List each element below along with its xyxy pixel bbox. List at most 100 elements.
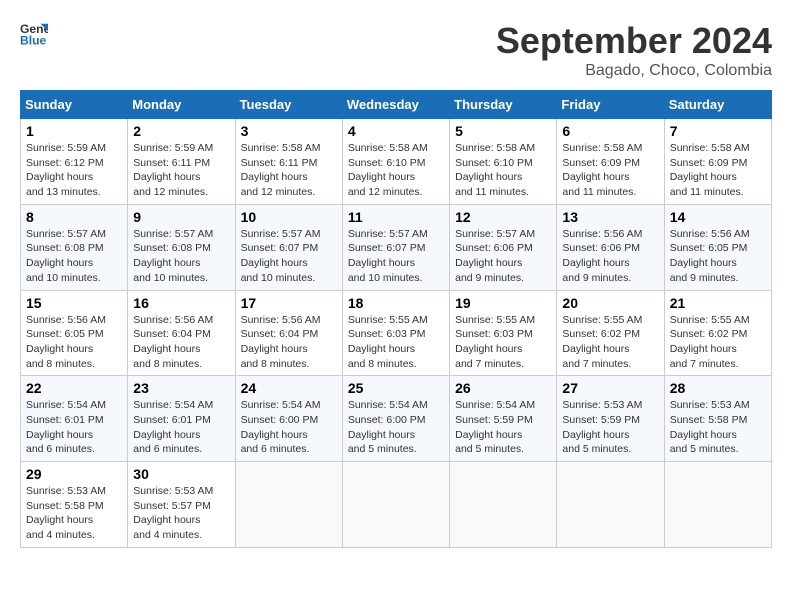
table-row: 21 Sunrise: 5:55 AM Sunset: 6:02 PM Dayl…: [664, 290, 771, 376]
day-info: Sunrise: 5:56 AM Sunset: 6:06 PM Dayligh…: [562, 227, 658, 286]
day-info: Sunrise: 5:56 AM Sunset: 6:05 PM Dayligh…: [26, 313, 122, 372]
day-info: Sunrise: 5:56 AM Sunset: 6:04 PM Dayligh…: [133, 313, 229, 372]
table-row: 30 Sunrise: 5:53 AM Sunset: 5:57 PM Dayl…: [128, 462, 235, 548]
day-info: Sunrise: 5:58 AM Sunset: 6:10 PM Dayligh…: [455, 141, 551, 200]
svg-text:Blue: Blue: [20, 33, 47, 47]
table-row: 3 Sunrise: 5:58 AM Sunset: 6:11 PM Dayli…: [235, 119, 342, 205]
day-number: 7: [670, 123, 766, 139]
logo-icon: General Blue: [20, 20, 48, 48]
day-info: Sunrise: 5:57 AM Sunset: 6:08 PM Dayligh…: [26, 227, 122, 286]
day-number: 19: [455, 295, 551, 311]
table-row: 7 Sunrise: 5:58 AM Sunset: 6:09 PM Dayli…: [664, 119, 771, 205]
table-row: 24 Sunrise: 5:54 AM Sunset: 6:00 PM Dayl…: [235, 376, 342, 462]
col-monday: Monday: [128, 91, 235, 119]
table-row: 16 Sunrise: 5:56 AM Sunset: 6:04 PM Dayl…: [128, 290, 235, 376]
day-info: Sunrise: 5:59 AM Sunset: 6:12 PM Dayligh…: [26, 141, 122, 200]
day-number: 27: [562, 380, 658, 396]
day-info: Sunrise: 5:55 AM Sunset: 6:02 PM Dayligh…: [670, 313, 766, 372]
table-row: 26 Sunrise: 5:54 AM Sunset: 5:59 PM Dayl…: [450, 376, 557, 462]
col-friday: Friday: [557, 91, 664, 119]
table-row: 23 Sunrise: 5:54 AM Sunset: 6:01 PM Dayl…: [128, 376, 235, 462]
day-number: 14: [670, 209, 766, 225]
col-tuesday: Tuesday: [235, 91, 342, 119]
day-info: Sunrise: 5:58 AM Sunset: 6:09 PM Dayligh…: [670, 141, 766, 200]
day-number: 16: [133, 295, 229, 311]
day-info: Sunrise: 5:54 AM Sunset: 6:01 PM Dayligh…: [26, 398, 122, 457]
table-row: 27 Sunrise: 5:53 AM Sunset: 5:59 PM Dayl…: [557, 376, 664, 462]
day-number: 24: [241, 380, 337, 396]
day-info: Sunrise: 5:53 AM Sunset: 5:58 PM Dayligh…: [670, 398, 766, 457]
day-number: 30: [133, 466, 229, 482]
day-info: Sunrise: 5:58 AM Sunset: 6:09 PM Dayligh…: [562, 141, 658, 200]
table-row: 10 Sunrise: 5:57 AM Sunset: 6:07 PM Dayl…: [235, 204, 342, 290]
page-header: General Blue September 2024 Bagado, Choc…: [20, 20, 772, 80]
calendar-row: 15 Sunrise: 5:56 AM Sunset: 6:05 PM Dayl…: [21, 290, 772, 376]
day-info: Sunrise: 5:56 AM Sunset: 6:05 PM Dayligh…: [670, 227, 766, 286]
day-info: Sunrise: 5:54 AM Sunset: 6:00 PM Dayligh…: [348, 398, 444, 457]
day-info: Sunrise: 5:55 AM Sunset: 6:03 PM Dayligh…: [348, 313, 444, 372]
col-sunday: Sunday: [21, 91, 128, 119]
day-info: Sunrise: 5:54 AM Sunset: 5:59 PM Dayligh…: [455, 398, 551, 457]
table-row: [342, 462, 449, 548]
day-number: 25: [348, 380, 444, 396]
day-number: 3: [241, 123, 337, 139]
day-number: 2: [133, 123, 229, 139]
calendar-table: Sunday Monday Tuesday Wednesday Thursday…: [20, 90, 772, 548]
day-info: Sunrise: 5:53 AM Sunset: 5:58 PM Dayligh…: [26, 484, 122, 543]
col-thursday: Thursday: [450, 91, 557, 119]
table-row: 28 Sunrise: 5:53 AM Sunset: 5:58 PM Dayl…: [664, 376, 771, 462]
table-row: 12 Sunrise: 5:57 AM Sunset: 6:06 PM Dayl…: [450, 204, 557, 290]
col-wednesday: Wednesday: [342, 91, 449, 119]
table-row: 22 Sunrise: 5:54 AM Sunset: 6:01 PM Dayl…: [21, 376, 128, 462]
col-saturday: Saturday: [664, 91, 771, 119]
day-info: Sunrise: 5:59 AM Sunset: 6:11 PM Dayligh…: [133, 141, 229, 200]
day-number: 23: [133, 380, 229, 396]
day-number: 15: [26, 295, 122, 311]
calendar-row: 1 Sunrise: 5:59 AM Sunset: 6:12 PM Dayli…: [21, 119, 772, 205]
day-number: 22: [26, 380, 122, 396]
table-row: 15 Sunrise: 5:56 AM Sunset: 6:05 PM Dayl…: [21, 290, 128, 376]
day-number: 9: [133, 209, 229, 225]
day-info: Sunrise: 5:53 AM Sunset: 5:59 PM Dayligh…: [562, 398, 658, 457]
table-row: 2 Sunrise: 5:59 AM Sunset: 6:11 PM Dayli…: [128, 119, 235, 205]
day-info: Sunrise: 5:57 AM Sunset: 6:07 PM Dayligh…: [241, 227, 337, 286]
day-info: Sunrise: 5:55 AM Sunset: 6:03 PM Dayligh…: [455, 313, 551, 372]
day-info: Sunrise: 5:57 AM Sunset: 6:06 PM Dayligh…: [455, 227, 551, 286]
table-row: 20 Sunrise: 5:55 AM Sunset: 6:02 PM Dayl…: [557, 290, 664, 376]
location-subtitle: Bagado, Choco, Colombia: [496, 62, 772, 80]
header-row: Sunday Monday Tuesday Wednesday Thursday…: [21, 91, 772, 119]
day-number: 17: [241, 295, 337, 311]
table-row: 19 Sunrise: 5:55 AM Sunset: 6:03 PM Dayl…: [450, 290, 557, 376]
table-row: [235, 462, 342, 548]
month-title: September 2024: [496, 20, 772, 62]
day-number: 20: [562, 295, 658, 311]
table-row: 1 Sunrise: 5:59 AM Sunset: 6:12 PM Dayli…: [21, 119, 128, 205]
day-info: Sunrise: 5:58 AM Sunset: 6:10 PM Dayligh…: [348, 141, 444, 200]
day-info: Sunrise: 5:53 AM Sunset: 5:57 PM Dayligh…: [133, 484, 229, 543]
day-number: 1: [26, 123, 122, 139]
day-number: 26: [455, 380, 551, 396]
table-row: 17 Sunrise: 5:56 AM Sunset: 6:04 PM Dayl…: [235, 290, 342, 376]
day-number: 13: [562, 209, 658, 225]
table-row: [557, 462, 664, 548]
table-row: 18 Sunrise: 5:55 AM Sunset: 6:03 PM Dayl…: [342, 290, 449, 376]
table-row: 25 Sunrise: 5:54 AM Sunset: 6:00 PM Dayl…: [342, 376, 449, 462]
day-info: Sunrise: 5:58 AM Sunset: 6:11 PM Dayligh…: [241, 141, 337, 200]
table-row: 29 Sunrise: 5:53 AM Sunset: 5:58 PM Dayl…: [21, 462, 128, 548]
day-number: 21: [670, 295, 766, 311]
table-row: 8 Sunrise: 5:57 AM Sunset: 6:08 PM Dayli…: [21, 204, 128, 290]
calendar-row: 29 Sunrise: 5:53 AM Sunset: 5:58 PM Dayl…: [21, 462, 772, 548]
day-info: Sunrise: 5:57 AM Sunset: 6:07 PM Dayligh…: [348, 227, 444, 286]
day-number: 12: [455, 209, 551, 225]
table-row: 4 Sunrise: 5:58 AM Sunset: 6:10 PM Dayli…: [342, 119, 449, 205]
day-info: Sunrise: 5:54 AM Sunset: 6:01 PM Dayligh…: [133, 398, 229, 457]
table-row: 11 Sunrise: 5:57 AM Sunset: 6:07 PM Dayl…: [342, 204, 449, 290]
day-number: 10: [241, 209, 337, 225]
day-number: 29: [26, 466, 122, 482]
day-info: Sunrise: 5:57 AM Sunset: 6:08 PM Dayligh…: [133, 227, 229, 286]
table-row: 14 Sunrise: 5:56 AM Sunset: 6:05 PM Dayl…: [664, 204, 771, 290]
calendar-row: 22 Sunrise: 5:54 AM Sunset: 6:01 PM Dayl…: [21, 376, 772, 462]
table-row: [664, 462, 771, 548]
table-row: 6 Sunrise: 5:58 AM Sunset: 6:09 PM Dayli…: [557, 119, 664, 205]
day-number: 4: [348, 123, 444, 139]
